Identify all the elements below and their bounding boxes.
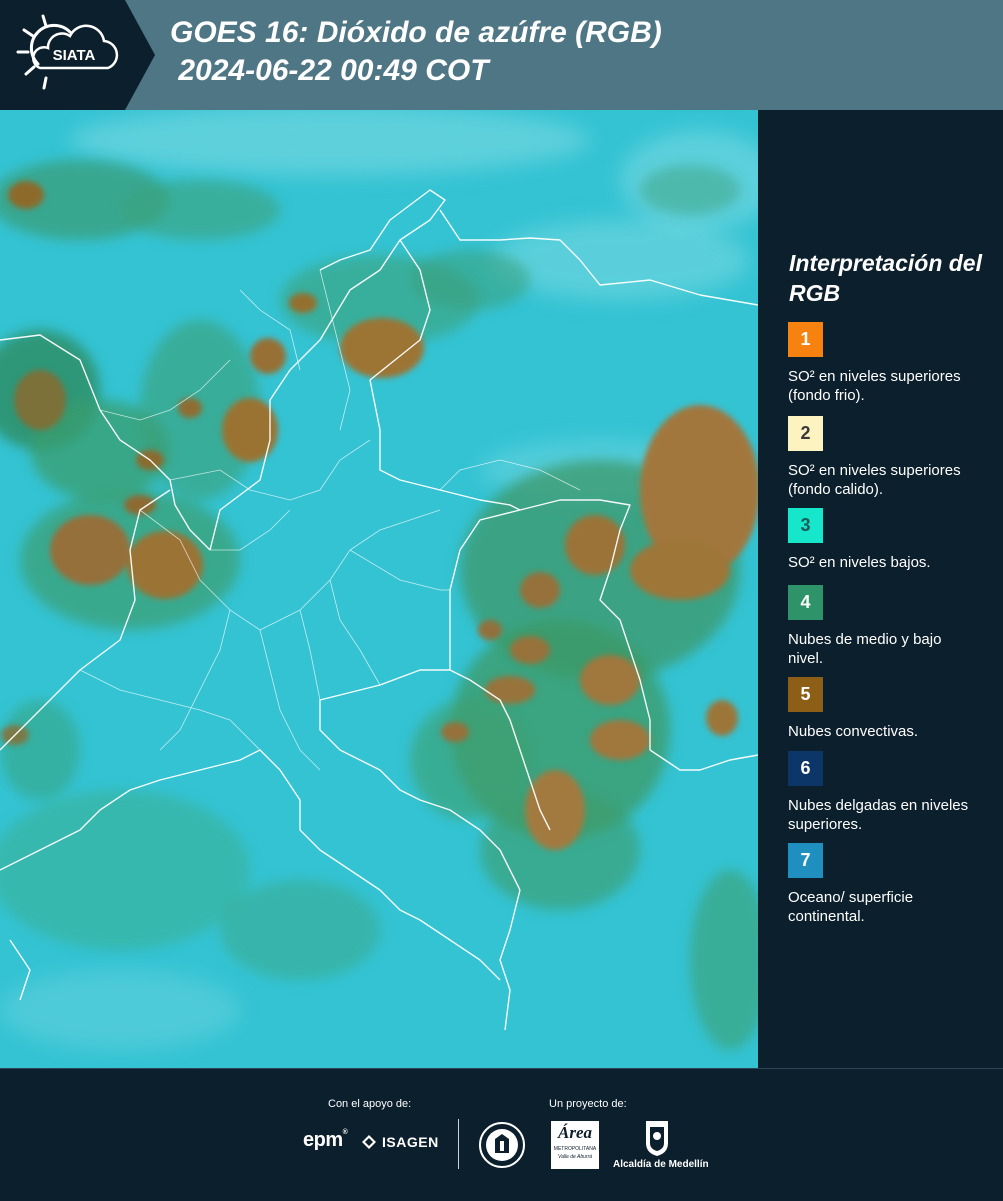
legend-text-7: Oceano/ superficie continental. [788, 889, 914, 925]
legend-swatch-1: 1 [788, 322, 823, 357]
legend-swatch-7: 7 [788, 843, 823, 878]
satellite-map [0, 110, 758, 1070]
footer-divider [458, 1119, 459, 1169]
legend-swatch-4: 4 [788, 585, 823, 620]
legend-item-4: 4 Nubes de medio y bajo nivel. [788, 585, 978, 668]
footer-bar: Con el apoyo de: Un proyecto de: epm® IS… [0, 1068, 1003, 1201]
page-title: GOES 16: Dióxido de azúfre (RGB) 2024-06… [170, 16, 662, 87]
legend-panel: Interpretación del RGB 1 SO² en niveles … [762, 110, 1003, 1068]
logo-text: SIATA [53, 47, 96, 64]
legend-item-6: 6 Nubes delgadas en niveles superiores. [788, 751, 978, 834]
area-logo-subtext: METROPOLITANA [553, 1146, 597, 1152]
legend-text-1: SO² en niveles superiores (fondo frio). [788, 368, 961, 404]
epm-logo-text: epm [303, 1129, 343, 1151]
legend-swatch-5: 5 [788, 677, 823, 712]
legend-text-4: Nubes de medio y bajo nivel. [788, 631, 942, 667]
siata-logo: SIATA [16, 14, 119, 90]
logo-block: SIATA [0, 0, 155, 110]
legend-swatch-3: 3 [788, 508, 823, 543]
medellin-seal-icon [479, 1122, 525, 1168]
legend-item-3: 3 SO² en niveles bajos. [788, 508, 978, 572]
legend-title: Interpretación del RGB [789, 250, 982, 306]
support-label: Con el apoyo de: [328, 1098, 412, 1110]
legend-swatch-2: 2 [788, 416, 823, 451]
project-label: Un proyecto de: [549, 1098, 627, 1110]
legend-item-1: 1 SO² en niveles superiores (fondo frio)… [788, 322, 978, 405]
legend-text-3: SO² en niveles bajos. [788, 554, 931, 571]
isagen-icon [362, 1135, 376, 1149]
legend-text-2: SO² en niveles superiores (fondo calido)… [788, 462, 961, 498]
area-metropolitana-logo: Área METROPOLITANA Valle de Aburrá [551, 1121, 599, 1169]
alcaldia-label: Alcaldía de Medellín [613, 1159, 709, 1170]
legend-item-7: 7 Oceano/ superficie continental. [788, 843, 978, 926]
legend-text-5: Nubes convectivas. [788, 723, 919, 740]
legend-text-6: Nubes delgadas en niveles superiores. [788, 797, 969, 833]
area-logo-subtext-2: Valle de Aburrá [557, 1154, 593, 1160]
legend-item-5: 5 Nubes convectivas. [788, 677, 978, 741]
isagen-logo: ISAGEN [360, 1133, 439, 1151]
legend-item-2: 2 SO² en niveles superiores (fondo calid… [788, 416, 978, 499]
epm-logo: epm® [303, 1129, 348, 1151]
isagen-logo-text: ISAGEN [382, 1134, 439, 1150]
legend-swatch-6: 6 [788, 751, 823, 786]
area-logo-text: Área [558, 1123, 592, 1142]
alcaldia-shield-icon [646, 1121, 668, 1156]
header-bar: SIATA GOES 16: Dióxido de azúfre (RGB) 2… [0, 0, 1003, 110]
